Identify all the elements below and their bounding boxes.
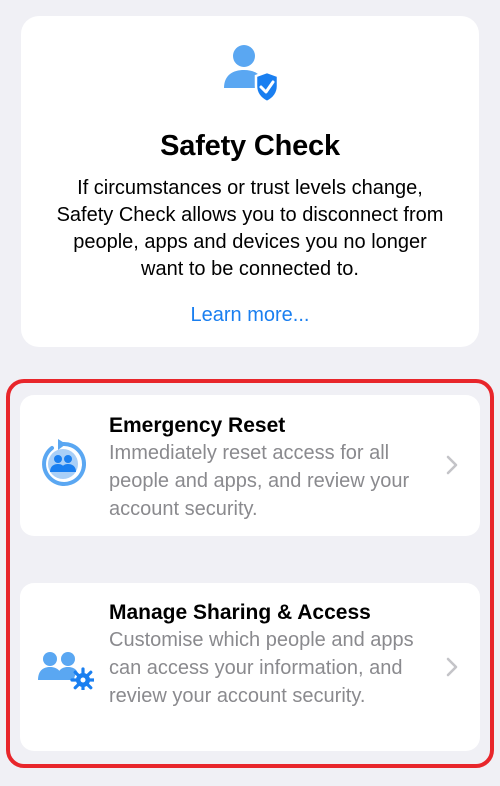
reset-people-icon [42, 439, 87, 486]
emergency-reset-text: Emergency Reset Immediately reset access… [109, 412, 429, 523]
chevron-right-icon [446, 455, 458, 475]
option-description: Customise which people and apps can acce… [109, 629, 414, 707]
header-description: If circumstances or trust levels change,… [56, 177, 444, 280]
option-title: Manage Sharing & Access [109, 601, 371, 624]
manage-sharing-button[interactable]: Manage Sharing & Access Customise which … [20, 583, 480, 751]
person-shield-icon [224, 45, 280, 104]
option-description: Immediately reset access for all people … [109, 442, 410, 520]
learn-more-link[interactable]: Learn more... [191, 304, 310, 327]
people-gear-icon [38, 652, 94, 690]
manage-sharing-text: Manage Sharing & Access Customise which … [109, 599, 429, 710]
safety-check-screen: Safety Check If circumstances or trust l… [0, 0, 500, 786]
safety-check-header-card: Safety Check If circumstances or trust l… [21, 16, 479, 347]
emergency-reset-button[interactable]: Emergency Reset Immediately reset access… [20, 395, 480, 536]
page-title: Safety Check [160, 130, 340, 162]
option-title: Emergency Reset [109, 414, 286, 437]
chevron-right-icon [446, 657, 458, 677]
